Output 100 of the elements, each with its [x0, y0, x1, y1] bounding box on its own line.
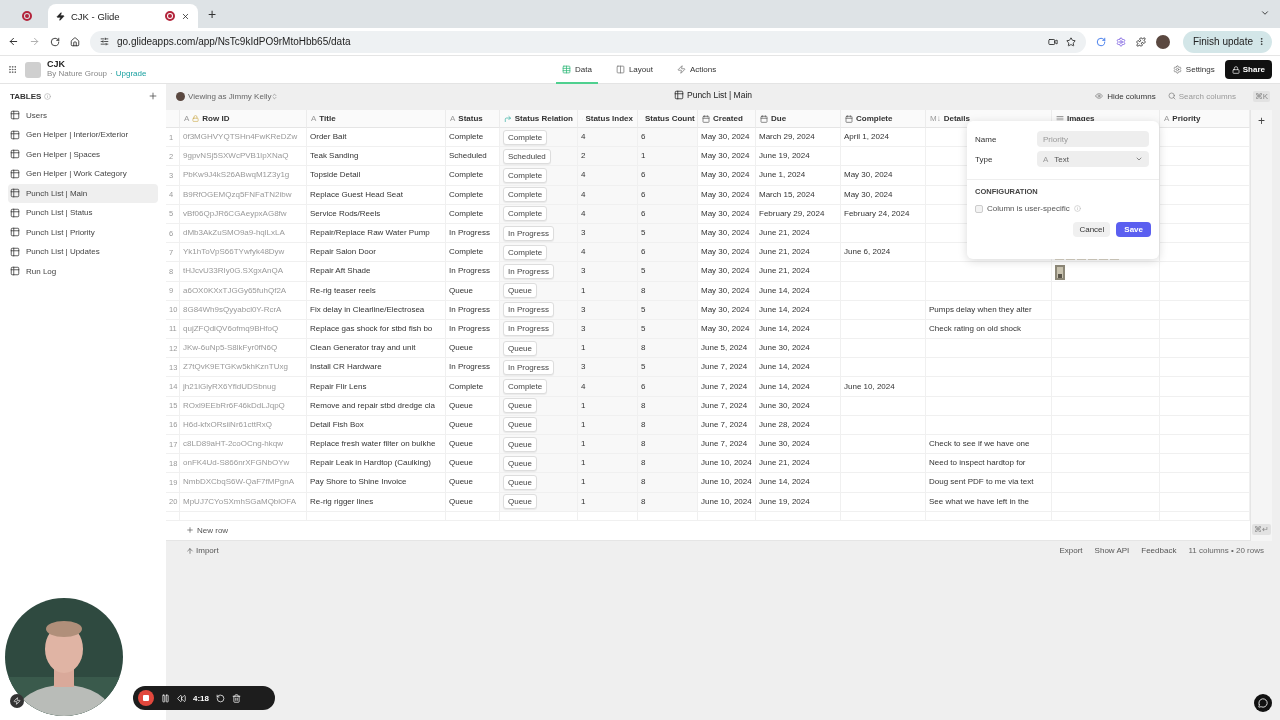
table-cell: 5	[638, 358, 698, 378]
table-cell: Check rating on old shock	[926, 319, 1052, 340]
table-cell: June 7, 2024	[698, 415, 756, 435]
table-cell: 6	[638, 185, 698, 205]
table-cell: Repair Salon Door	[307, 243, 446, 263]
status-tag: Complete	[503, 206, 548, 222]
name-field[interactable]: Priority	[1037, 131, 1149, 147]
table-cell: 4	[578, 185, 638, 205]
column-header[interactable]: A Status	[446, 110, 500, 128]
status-tag: In Progress	[503, 359, 554, 375]
table-cell: Teak Sanding	[307, 147, 446, 167]
table-cell: 1	[578, 396, 638, 416]
table-cell: JKw-6uNp5-S8lkFyr0fN6Q	[180, 339, 307, 359]
table-cell: Re-rig teaser reels	[307, 281, 446, 301]
table-cell: 3	[578, 319, 638, 340]
hide-columns-button[interactable]: Hide columns	[1095, 91, 1156, 101]
sidebar-item[interactable]: Punch List | Priority	[8, 223, 158, 242]
recording-time: 4:18	[193, 693, 209, 703]
table-cell: June 21, 2024	[756, 262, 841, 282]
browser-tab[interactable]: CJK - Glide	[48, 4, 198, 28]
table-cell: 8	[638, 281, 698, 301]
status-tag: In Progress	[503, 321, 554, 337]
sidebar-item[interactable]: Gen Helper | Work Category	[8, 164, 158, 183]
table-cell: Re-rig rigger lines	[307, 492, 446, 512]
sidebar-item[interactable]: Run Log	[8, 262, 158, 281]
table-cell: June 14, 2024	[756, 377, 841, 397]
column-header[interactable]: Due	[756, 110, 841, 128]
table-cell: June 14, 2024	[756, 473, 841, 493]
column-header[interactable]: Status Relation	[500, 110, 578, 128]
column-header[interactable]: Status Index	[578, 110, 638, 128]
type-select[interactable]: A Text	[1037, 151, 1149, 167]
table-cell: 4	[578, 243, 638, 263]
column-header[interactable]: Created	[698, 110, 756, 128]
table-cell: Replace Guest Head Seat	[307, 185, 446, 205]
table-cell: June 7, 2024	[698, 435, 756, 455]
add-column-button[interactable]: +	[1258, 114, 1265, 128]
table-cell: Need to inspect hardtop for	[926, 454, 1052, 474]
table-cell: Queue	[446, 435, 500, 455]
status-tag: In Progress	[503, 225, 554, 241]
table-cell: In Progress	[446, 319, 500, 340]
sidebar-item[interactable]: Users	[8, 106, 158, 125]
app-name: CJK	[47, 60, 66, 71]
footer-link[interactable]: Feedback	[1141, 546, 1177, 556]
column-header[interactable]: A Priority	[1160, 110, 1250, 128]
table-cell: Yk1hToVpS66TYwfyk48Dyw	[180, 243, 307, 263]
table-cell: 1	[578, 435, 638, 455]
sidebar-item[interactable]: Gen Helper | Interior/Exterior	[8, 125, 158, 144]
table-cell: Repair/Replace Raw Water Pump	[307, 223, 446, 244]
column-header[interactable]: A Title	[307, 110, 446, 128]
new-row-button[interactable]: New row	[166, 525, 229, 535]
table-cell: June 10, 2024	[698, 454, 756, 474]
table-cell: 8	[638, 492, 698, 512]
status-tag: Complete	[503, 244, 548, 260]
table-cell: May 30, 2024	[698, 262, 756, 282]
sidebar-item[interactable]: Punch List | Status	[8, 203, 158, 222]
column-header[interactable]: Status Count	[638, 110, 698, 128]
table-cell: In Progress	[446, 223, 500, 244]
footer-link[interactable]: Export	[1059, 546, 1083, 556]
table-cell: Complete	[446, 128, 500, 148]
table-summary: 11 columns • 20 rows	[1188, 546, 1264, 556]
table-cell: May 30, 2024	[698, 243, 756, 263]
table-cell: 6	[638, 243, 698, 263]
nav-tab[interactable]: Layout	[609, 56, 659, 84]
nav-tab[interactable]: Actions	[670, 56, 723, 84]
import-button[interactable]: Import	[186, 546, 219, 556]
share-button[interactable]: Share	[1224, 60, 1272, 79]
table-cell: 5	[638, 262, 698, 282]
settings-button[interactable]: Settings	[1172, 65, 1215, 74]
table-cell: Queue	[446, 492, 500, 512]
table-cell: May 30, 2024	[698, 319, 756, 340]
search-field[interactable]: Search columns	[1178, 91, 1241, 101]
status-tag: Queue	[503, 398, 538, 414]
table-cell: June 30, 2024	[756, 435, 841, 455]
sidebar-item[interactable]: Punch List | Updates	[8, 242, 158, 261]
address-bar[interactable]: go.glideapps.com/app/NsTc9kIdPO9rMtoHbb65/data	[90, 30, 1086, 53]
column-header[interactable]: Complete	[841, 110, 926, 128]
table-cell: Order Bait	[307, 128, 446, 148]
new-tab-button[interactable]: +	[208, 6, 217, 22]
save-button[interactable]: Save	[1116, 222, 1151, 237]
table-cell: Queue	[446, 454, 500, 474]
update-button[interactable]: Finish update	[1182, 30, 1272, 53]
table-cell: 6	[638, 204, 698, 224]
table-cell: Pay Shore to Shine Invoice	[307, 473, 446, 493]
table-cell: June 1, 2024	[756, 166, 841, 186]
table-cell: June 7, 2024	[698, 358, 756, 378]
sidebar-item[interactable]: Gen Helper | Spaces	[8, 145, 158, 164]
table-cell: May 30, 2024	[698, 300, 756, 320]
footer-link[interactable]: Show API	[1094, 546, 1130, 556]
table-cell: Pumps delay when they alter	[926, 300, 1052, 320]
table-cell: Queue	[446, 396, 500, 416]
status-tag: Queue	[503, 474, 538, 490]
column-header[interactable]: A Row ID	[180, 110, 307, 128]
cancel-button[interactable]: Cancel	[1073, 222, 1111, 237]
status-tag: In Progress	[503, 263, 554, 279]
table-cell: June 30, 2024	[756, 339, 841, 359]
sidebar-item[interactable]: Punch List | Main	[8, 184, 158, 203]
table-cell: See what we have left in the	[926, 492, 1052, 512]
table-cell: June 6, 2024	[841, 243, 926, 263]
table-cell: 1	[638, 147, 698, 167]
table-cell: Repair Leak in Hardtop (Caulking)	[307, 454, 446, 474]
